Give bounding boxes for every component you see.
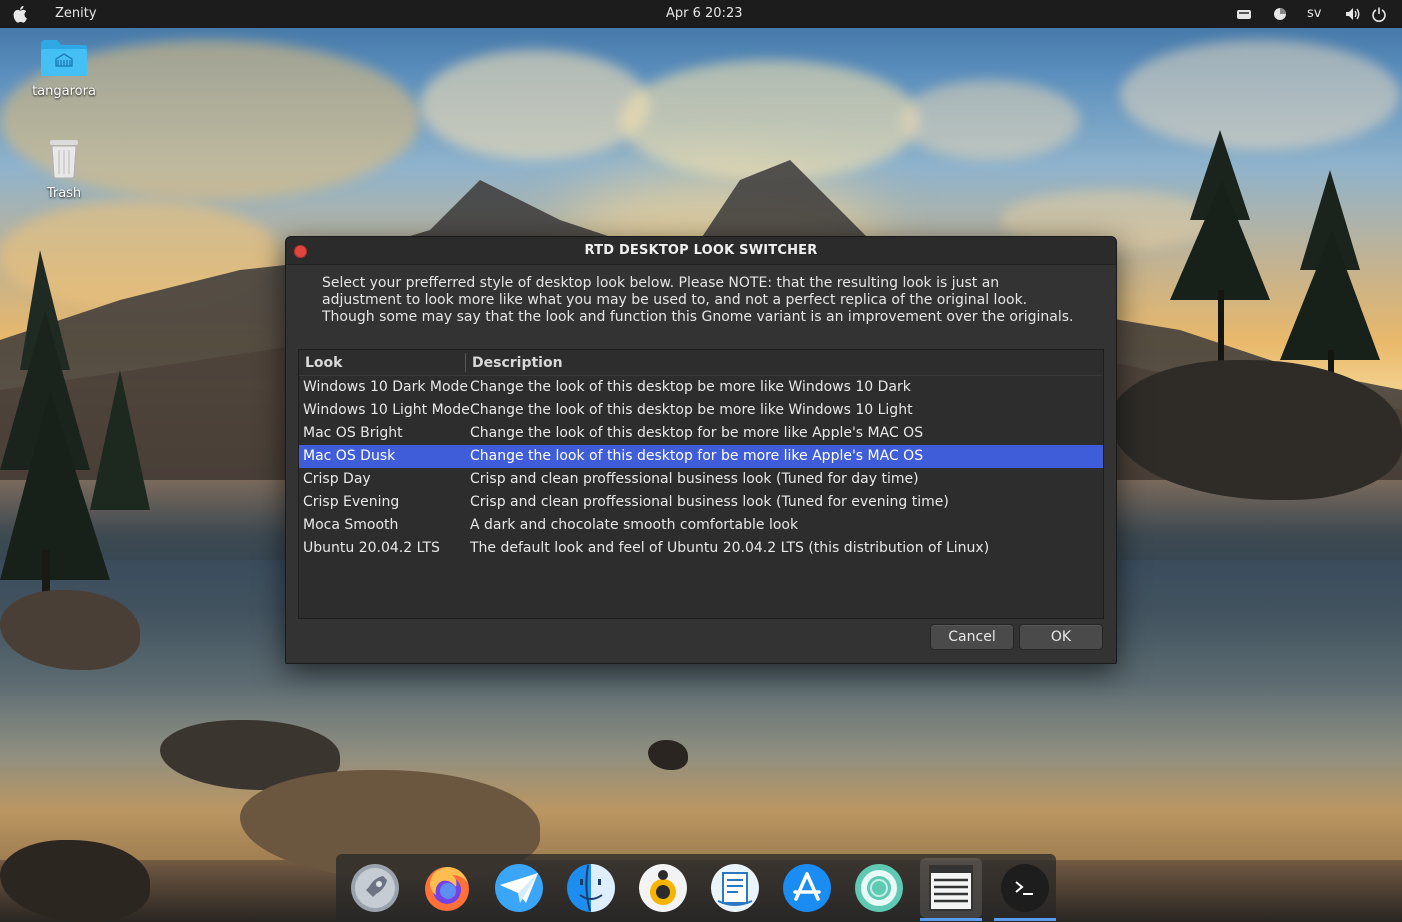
desktop-icon-label: tangarora [32, 84, 96, 99]
look-name: Crisp Evening [303, 494, 400, 510]
finder-icon[interactable] [566, 863, 616, 913]
network-icon[interactable] [1272, 6, 1288, 22]
dock [336, 854, 1056, 922]
list-header: Look Description [299, 350, 1103, 376]
ok-button[interactable]: OK [1019, 624, 1103, 650]
look-description: Change the look of this desktop for be m… [470, 425, 924, 441]
list-row[interactable]: Windows 10 Light Mode Change the look of… [299, 399, 1103, 422]
trees-left [0, 250, 150, 630]
list-row[interactable]: Moca Smooth A dark and chocolate smooth … [299, 514, 1103, 537]
column-separator[interactable] [465, 353, 466, 372]
look-description: Change the look of this desktop for be m… [470, 448, 924, 464]
look-description: Change the look of this desktop be more … [470, 379, 911, 395]
active-app-indicator [920, 918, 982, 921]
look-description: The default look and feel of Ubuntu 20.0… [470, 540, 990, 556]
active-app-name[interactable]: Zenity [55, 6, 97, 21]
look-description: Crisp and clean proffessional business l… [470, 494, 949, 510]
list-row[interactable]: Mac OS Bright Change the look of this de… [299, 422, 1103, 445]
cancel-button[interactable]: Cancel [930, 624, 1014, 650]
look-name: Crisp Day [303, 471, 371, 487]
dialog-message: Select your prefferred style of desktop … [322, 275, 1074, 325]
launchpad-rocket-icon[interactable] [350, 863, 400, 913]
mail-icon[interactable] [494, 863, 544, 913]
look-description: Crisp and clean proffessional business l… [470, 471, 919, 487]
zenity-list-icon[interactable] [926, 863, 976, 913]
apple-menu-icon[interactable] [13, 5, 29, 23]
column-header-look[interactable]: Look [305, 355, 342, 371]
volume-icon[interactable] [1345, 6, 1361, 22]
trash-icon [50, 140, 78, 179]
terminal-icon[interactable] [1000, 863, 1050, 913]
look-name: Ubuntu 20.04.2 LTS [303, 540, 440, 556]
active-app-indicator [994, 918, 1056, 921]
power-icon[interactable] [1371, 6, 1387, 22]
desktop-icon-trash[interactable]: Trash [29, 136, 99, 201]
look-switcher-dialog: RTD DESKTOP LOOK SWITCHER Select your pr… [285, 236, 1117, 664]
home-folder-icon [41, 40, 87, 76]
help-lifebuoy-icon[interactable] [854, 863, 904, 913]
look-description: Change the look of this desktop be more … [470, 402, 913, 418]
dialog-titlebar[interactable]: RTD DESKTOP LOOK SWITCHER [286, 237, 1116, 265]
list-row-selected[interactable]: Mac OS Dusk Change the look of this desk… [299, 445, 1103, 468]
app-store-icon[interactable] [782, 863, 832, 913]
text-editor-icon[interactable] [710, 863, 760, 913]
list-row[interactable]: Crisp Evening Crisp and clean proffessio… [299, 491, 1103, 514]
column-header-description[interactable]: Description [472, 355, 563, 371]
list-row[interactable]: Windows 10 Dark Mode Change the look of … [299, 376, 1103, 399]
drive-icon[interactable] [1236, 6, 1252, 22]
look-name: Windows 10 Light Mode [303, 402, 470, 418]
desktop-icon-label: Trash [46, 186, 82, 201]
look-list[interactable]: Look Description Windows 10 Dark Mode Ch… [298, 349, 1104, 619]
look-name: Mac OS Bright [303, 425, 403, 441]
list-row[interactable]: Crisp Day Crisp and clean proffessional … [299, 468, 1103, 491]
list-row[interactable]: Ubuntu 20.04.2 LTS The default look and … [299, 537, 1103, 560]
dialog-title: RTD DESKTOP LOOK SWITCHER [584, 243, 818, 258]
keyboard-layout-indicator[interactable]: sv [1307, 6, 1321, 21]
desktop-icon-home[interactable]: tangarora [29, 38, 99, 99]
firefox-icon[interactable] [422, 863, 472, 913]
look-description: A dark and chocolate smooth comfortable … [470, 517, 799, 533]
clock[interactable]: Apr 6 20:23 [666, 6, 743, 21]
look-name: Mac OS Dusk [303, 448, 396, 464]
look-name: Windows 10 Dark Mode [303, 379, 469, 395]
music-player-icon[interactable] [638, 863, 688, 913]
top-panel: Zenity Apr 6 20:23 sv [0, 0, 1402, 28]
look-name: Moca Smooth [303, 517, 399, 533]
